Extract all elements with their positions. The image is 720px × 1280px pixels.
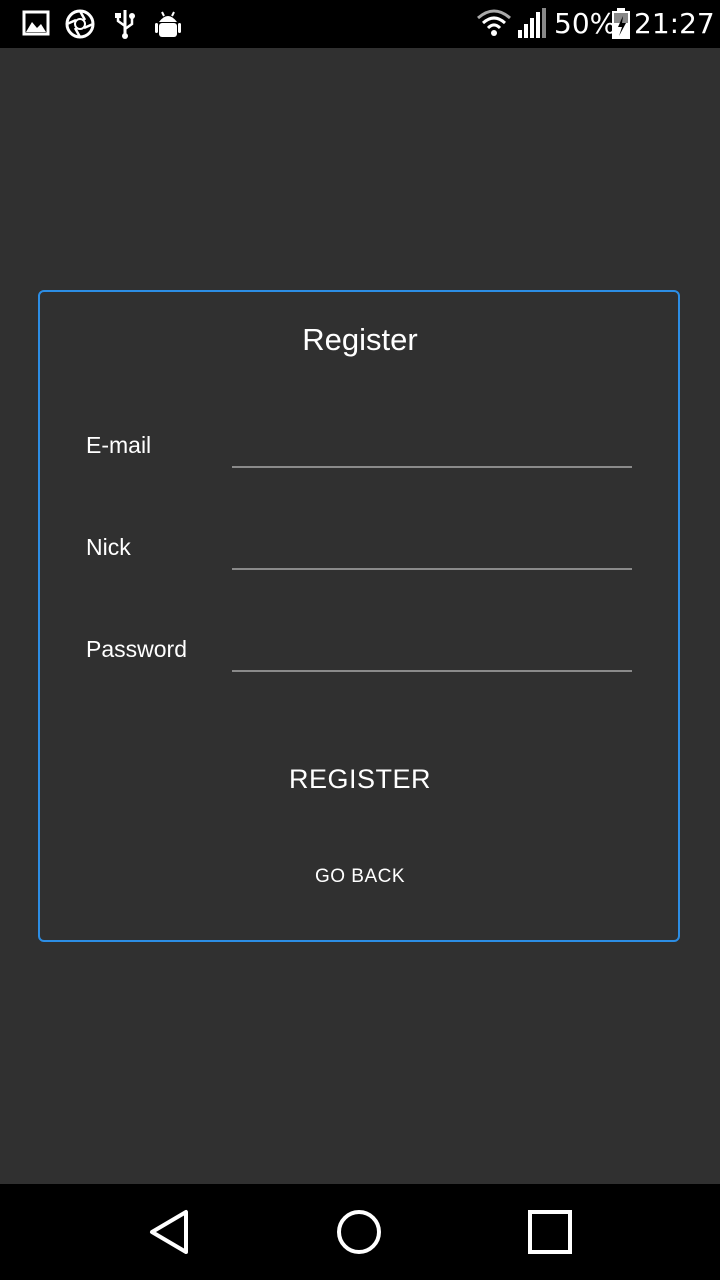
clock: 21:27 xyxy=(634,7,715,40)
gallery-icon xyxy=(22,8,50,43)
battery-percent: 50% xyxy=(554,7,617,40)
go-back-button[interactable]: GO BACK xyxy=(0,866,720,888)
battery-charging-icon xyxy=(610,8,632,45)
status-bar: 50% 21:27 xyxy=(0,0,720,48)
back-triangle-icon[interactable] xyxy=(146,1206,194,1263)
form-title: Register xyxy=(302,322,418,357)
password-label: Password xyxy=(86,636,187,662)
usb-icon xyxy=(112,8,138,45)
home-circle-icon[interactable] xyxy=(334,1206,384,1263)
aperture-icon xyxy=(64,8,96,45)
nick-label: Nick xyxy=(86,534,131,560)
register-button[interactable]: REGISTER xyxy=(0,764,720,795)
email-label: E-mail xyxy=(86,432,152,458)
wifi-icon xyxy=(476,8,512,45)
password-field[interactable] xyxy=(232,632,632,672)
nick-field[interactable] xyxy=(232,530,632,570)
signal-icon xyxy=(514,8,548,45)
android-debug-icon xyxy=(154,8,182,45)
recents-square-icon[interactable] xyxy=(526,1206,574,1263)
register-card xyxy=(38,290,680,942)
email-field[interactable] xyxy=(232,428,632,468)
